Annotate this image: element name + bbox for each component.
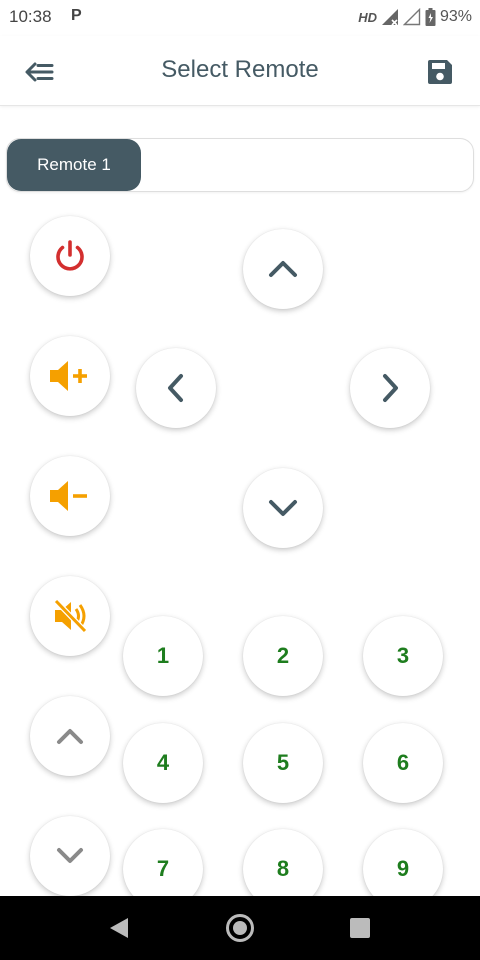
nav-recents-icon[interactable] [350, 918, 370, 938]
battery-percent: 93% [439, 8, 472, 25]
chevron-down-icon [269, 500, 297, 516]
dpad-right-button[interactable] [350, 348, 430, 428]
status-time: 10:38 [9, 7, 52, 26]
volume-down-icon [50, 481, 87, 511]
page-title: Select Remote [161, 56, 319, 83]
signal-icon [381, 9, 398, 26]
hd-indicator: HD [358, 9, 377, 25]
chevron-up-icon [269, 261, 297, 277]
remote-selector-bar: Remote 1 [6, 138, 474, 192]
power-icon [56, 240, 84, 271]
keypad-button-5[interactable]: 5 [243, 723, 323, 803]
save-icon [428, 60, 452, 84]
dpad-left-button[interactable] [136, 348, 216, 428]
mute-icon [54, 599, 87, 633]
keypad-button-4[interactable]: 4 [123, 723, 203, 803]
chevron-left-icon [168, 374, 183, 402]
nav-back-icon[interactable] [108, 917, 130, 939]
nav-home-icon[interactable] [226, 914, 254, 942]
keypad-button-3[interactable]: 3 [363, 616, 443, 696]
app-bar: Select Remote [0, 36, 480, 106]
mute-button[interactable] [30, 576, 110, 656]
status-right-group: HD 93% [358, 7, 472, 27]
save-button[interactable] [426, 58, 454, 86]
dpad-down-button[interactable] [243, 468, 323, 548]
chevron-right-icon [383, 374, 398, 402]
keypad-button-6[interactable]: 6 [363, 723, 443, 803]
chevron-up-icon [57, 729, 83, 744]
remote-tab-selected[interactable]: Remote 1 [7, 139, 141, 191]
power-button[interactable] [30, 216, 110, 296]
status-bar: 10:38 P HD 93% [0, 0, 480, 36]
chevron-down-icon [57, 848, 83, 863]
channel-up-button[interactable] [30, 696, 110, 776]
system-nav-bar [0, 896, 480, 960]
battery-icon [425, 8, 436, 26]
parking-notification-icon: P [71, 7, 82, 24]
volume-up-icon [50, 361, 87, 391]
dpad-up-button[interactable] [243, 229, 323, 309]
keypad-button-2[interactable]: 2 [243, 616, 323, 696]
wifi-empty-icon [402, 8, 421, 26]
volume-down-button[interactable] [30, 456, 110, 536]
volume-up-button[interactable] [30, 336, 110, 416]
keypad-button-1[interactable]: 1 [123, 616, 203, 696]
channel-down-button[interactable] [30, 816, 110, 896]
